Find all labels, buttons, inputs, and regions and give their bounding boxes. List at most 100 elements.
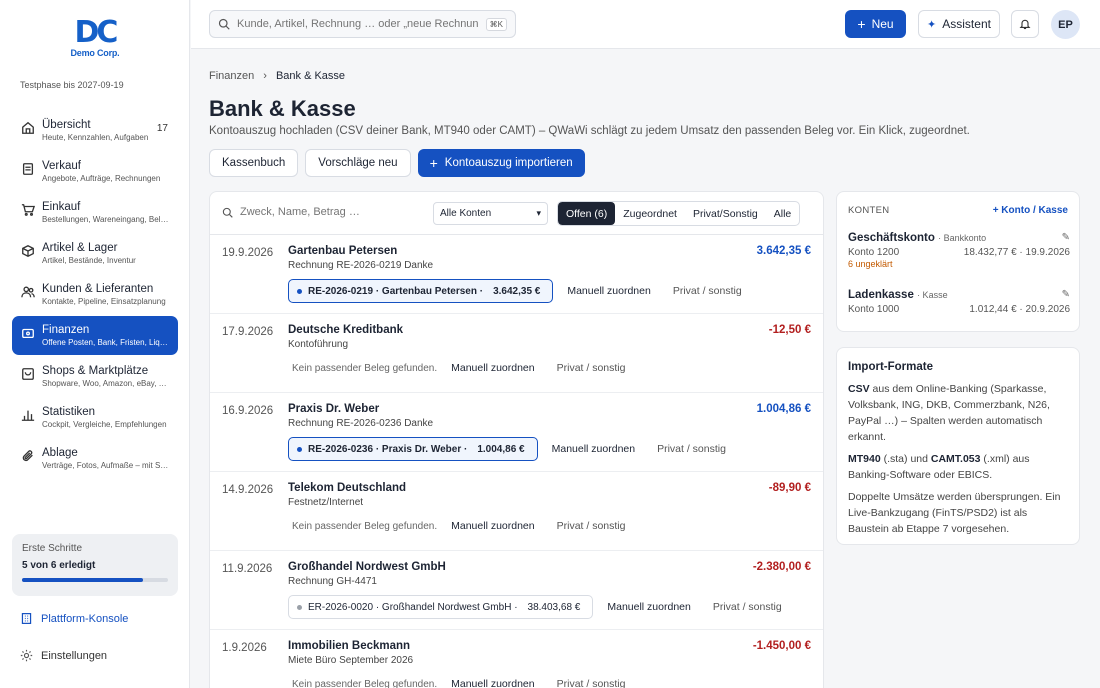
sidebar-item-label: Einkauf xyxy=(42,201,81,213)
match-suggestion[interactable]: ER-2026-0020 · Großhandel Nordwest GmbH … xyxy=(288,595,594,619)
account-item[interactable]: Ladenkasse · Kasse ✎ Konto 1000 1.012,44 … xyxy=(848,289,1070,315)
global-search[interactable]: ⌘K xyxy=(209,10,516,38)
account-name: Ladenkasse xyxy=(848,289,914,301)
transaction-search[interactable] xyxy=(222,206,420,218)
manual-assign-button[interactable]: Manuell zuordnen xyxy=(567,285,650,297)
search-icon xyxy=(218,18,230,30)
sidebar-item-einkauf[interactable]: Einkauf Bestellungen, Wareneingang, Bele… xyxy=(12,193,178,232)
account-number: Konto 1200 xyxy=(848,247,900,258)
kassenbuch-button[interactable]: Kassenbuch xyxy=(209,149,299,177)
avatar[interactable]: EP xyxy=(1051,10,1080,39)
transaction-amount: -89,90 € xyxy=(768,482,811,494)
private-button[interactable]: Privat / sonstig xyxy=(557,678,626,688)
breadcrumb-parent[interactable]: Finanzen xyxy=(209,70,254,82)
shortcut-hint: ⌘K xyxy=(485,17,507,31)
import-statement-label: Kontoauszug importieren xyxy=(444,157,573,169)
transaction-desc: Rechnung GH-4471 xyxy=(288,576,377,587)
sidebar-item-uebersicht[interactable]: Übersicht Heute, Kennzahlen, Aufgaben 17 xyxy=(12,111,178,150)
manual-assign-button[interactable]: Manuell zuordnen xyxy=(451,362,534,374)
account-balance: 1.012,44 € · 20.9.2026 xyxy=(969,304,1070,315)
format-csv-text: aus dem Online-Banking (Sparkasse, Volks… xyxy=(848,383,1050,443)
accounts-card: KONTEN + Konto / Kasse Geschäftskonto · … xyxy=(836,191,1080,332)
manual-assign-button[interactable]: Manuell zuordnen xyxy=(451,520,534,532)
global-search-input[interactable] xyxy=(237,18,479,30)
sparkle-icon: ✦ xyxy=(927,18,937,31)
cart-icon xyxy=(21,204,35,216)
transaction-amount: -2.380,00 € xyxy=(752,561,811,573)
manual-assign-button[interactable]: Manuell zuordnen xyxy=(607,601,690,613)
transaction-name: Praxis Dr. Weber xyxy=(288,403,380,415)
private-button[interactable]: Privat / sonstig xyxy=(673,285,742,297)
transaction-search-input[interactable] xyxy=(240,206,420,218)
settings-link[interactable]: Einstellungen xyxy=(20,649,107,662)
match-suggestion[interactable]: RE-2026-0219 · Gartenbau Petersen · 3.64… xyxy=(288,279,554,303)
suggestions-refresh-button[interactable]: Vorschläge neu xyxy=(305,149,411,177)
sidebar-item-ablage[interactable]: Ablage Verträge, Fotos, Aufmaße – mit Su… xyxy=(12,439,178,478)
sidebar-item-label: Statistiken xyxy=(42,406,96,418)
breadcrumb-current: Bank & Kasse xyxy=(275,70,346,82)
new-button[interactable]: + Neu xyxy=(845,10,906,38)
sidebar-item-label: Ablage xyxy=(42,447,78,459)
format-csv-label: CSV xyxy=(848,383,870,395)
transaction-row: 19.9.2026 Gartenbau Petersen Rechnung RE… xyxy=(210,235,823,314)
private-button[interactable]: Privat / sonstig xyxy=(713,601,782,613)
add-account-button[interactable]: + Konto / Kasse xyxy=(993,205,1068,216)
format-camt-label: CAMT.053 xyxy=(930,453,981,465)
chart-icon xyxy=(21,410,35,421)
topbar: ⌘K + Neu ✦ Assistent EP xyxy=(191,0,1100,49)
transaction-name: Deutsche Kreditbank xyxy=(288,324,404,336)
platform-console-link[interactable]: Plattform-Konsole xyxy=(20,612,128,625)
transaction-desc: Kontoführung xyxy=(288,339,349,350)
onboarding-steps[interactable]: Erste Schritte 5 von 6 erledigt xyxy=(12,534,178,596)
transaction-amount: 1.004,86 € xyxy=(756,403,811,415)
transaction-date: 11.9.2026 xyxy=(222,563,273,575)
main-nav: Übersicht Heute, Kennzahlen, Aufgaben 17… xyxy=(12,111,178,480)
account-balance: 18.432,77 € · 19.9.2026 xyxy=(963,247,1070,258)
sidebar-item-label: Verkauf xyxy=(42,160,81,172)
tab-offen[interactable]: Offen (6) xyxy=(558,202,616,225)
edit-icon[interactable]: ✎ xyxy=(1062,289,1070,300)
sidebar-item-verkauf[interactable]: Verkauf Angebote, Aufträge, Rechnungen xyxy=(12,152,178,191)
tab-zugeordnet[interactable]: Zugeordnet xyxy=(615,202,685,225)
sidebar-item-artikel[interactable]: Artikel & Lager Artikel, Bestände, Inven… xyxy=(12,234,178,273)
sidebar-item-finanzen[interactable]: Finanzen Offene Posten, Bank, Fristen, L… xyxy=(12,316,178,355)
account-item[interactable]: Geschäftskonto · Bankkonto ✎ Konto 1200 1… xyxy=(848,232,1070,269)
account-select[interactable]: Alle Konten ▾ xyxy=(433,202,548,225)
sidebar-item-label: Finanzen xyxy=(42,324,90,336)
edit-icon[interactable]: ✎ xyxy=(1062,232,1070,243)
tab-alle[interactable]: Alle xyxy=(766,202,800,225)
sidebar-item-kunden[interactable]: Kunden & Lieferanten Kontakte, Pipeline,… xyxy=(12,275,178,314)
match-suggestion[interactable]: RE-2026-0236 · Praxis Dr. Weber · 1.004,… xyxy=(288,437,538,461)
transaction-date: 19.9.2026 xyxy=(222,247,274,259)
transaction-date: 16.9.2026 xyxy=(222,405,274,417)
platform-console-label: Plattform-Konsole xyxy=(41,612,129,625)
transaction-row: 14.9.2026 Telekom Deutschland Festnetz/I… xyxy=(210,472,823,551)
transaction-date: 1.9.2026 xyxy=(222,642,267,654)
sidebar: DC Demo Corp. Testphase bis 2027-09-19 Ü… xyxy=(0,0,190,688)
private-button[interactable]: Privat / sonstig xyxy=(657,443,726,455)
status-tabs: Offen (6) Zugeordnet Privat/Sonstig Alle xyxy=(557,201,801,226)
tab-privat[interactable]: Privat/Sonstig xyxy=(685,202,766,225)
manual-assign-button[interactable]: Manuell zuordnen xyxy=(451,678,534,688)
trial-info: Testphase bis 2027-09-19 xyxy=(20,80,124,90)
notifications-button[interactable] xyxy=(1011,10,1039,38)
private-button[interactable]: Privat / sonstig xyxy=(557,362,626,374)
transaction-amount: -12,50 € xyxy=(768,324,811,336)
account-number: Konto 1000 xyxy=(848,304,900,315)
logo[interactable]: DC Demo Corp. xyxy=(0,18,190,59)
sidebar-item-sub: Bestellungen, Wareneingang, Belege xyxy=(42,215,170,224)
plus-icon: + xyxy=(429,155,438,171)
match-dot xyxy=(297,604,302,610)
sidebar-item-sub: Offene Posten, Bank, Fristen, Liquidität xyxy=(42,338,170,347)
format-mt940-label: MT940 xyxy=(848,453,881,465)
paperclip-icon xyxy=(22,450,33,462)
sidebar-item-shops[interactable]: Shops & Marktplätze Shopware, Woo, Amazo… xyxy=(12,357,178,396)
sidebar-item-statistiken[interactable]: Statistiken Cockpit, Vergleiche, Empfehl… xyxy=(12,398,178,437)
no-match-text: Kein passender Beleg gefunden. xyxy=(292,520,438,532)
private-button[interactable]: Privat / sonstig xyxy=(557,520,626,532)
shop-icon xyxy=(22,368,34,380)
manual-assign-button[interactable]: Manuell zuordnen xyxy=(552,443,635,455)
search-icon xyxy=(222,207,233,218)
import-statement-button[interactable]: + Kontoauszug importieren xyxy=(417,149,585,177)
assistant-button[interactable]: ✦ Assistent xyxy=(918,10,1000,38)
